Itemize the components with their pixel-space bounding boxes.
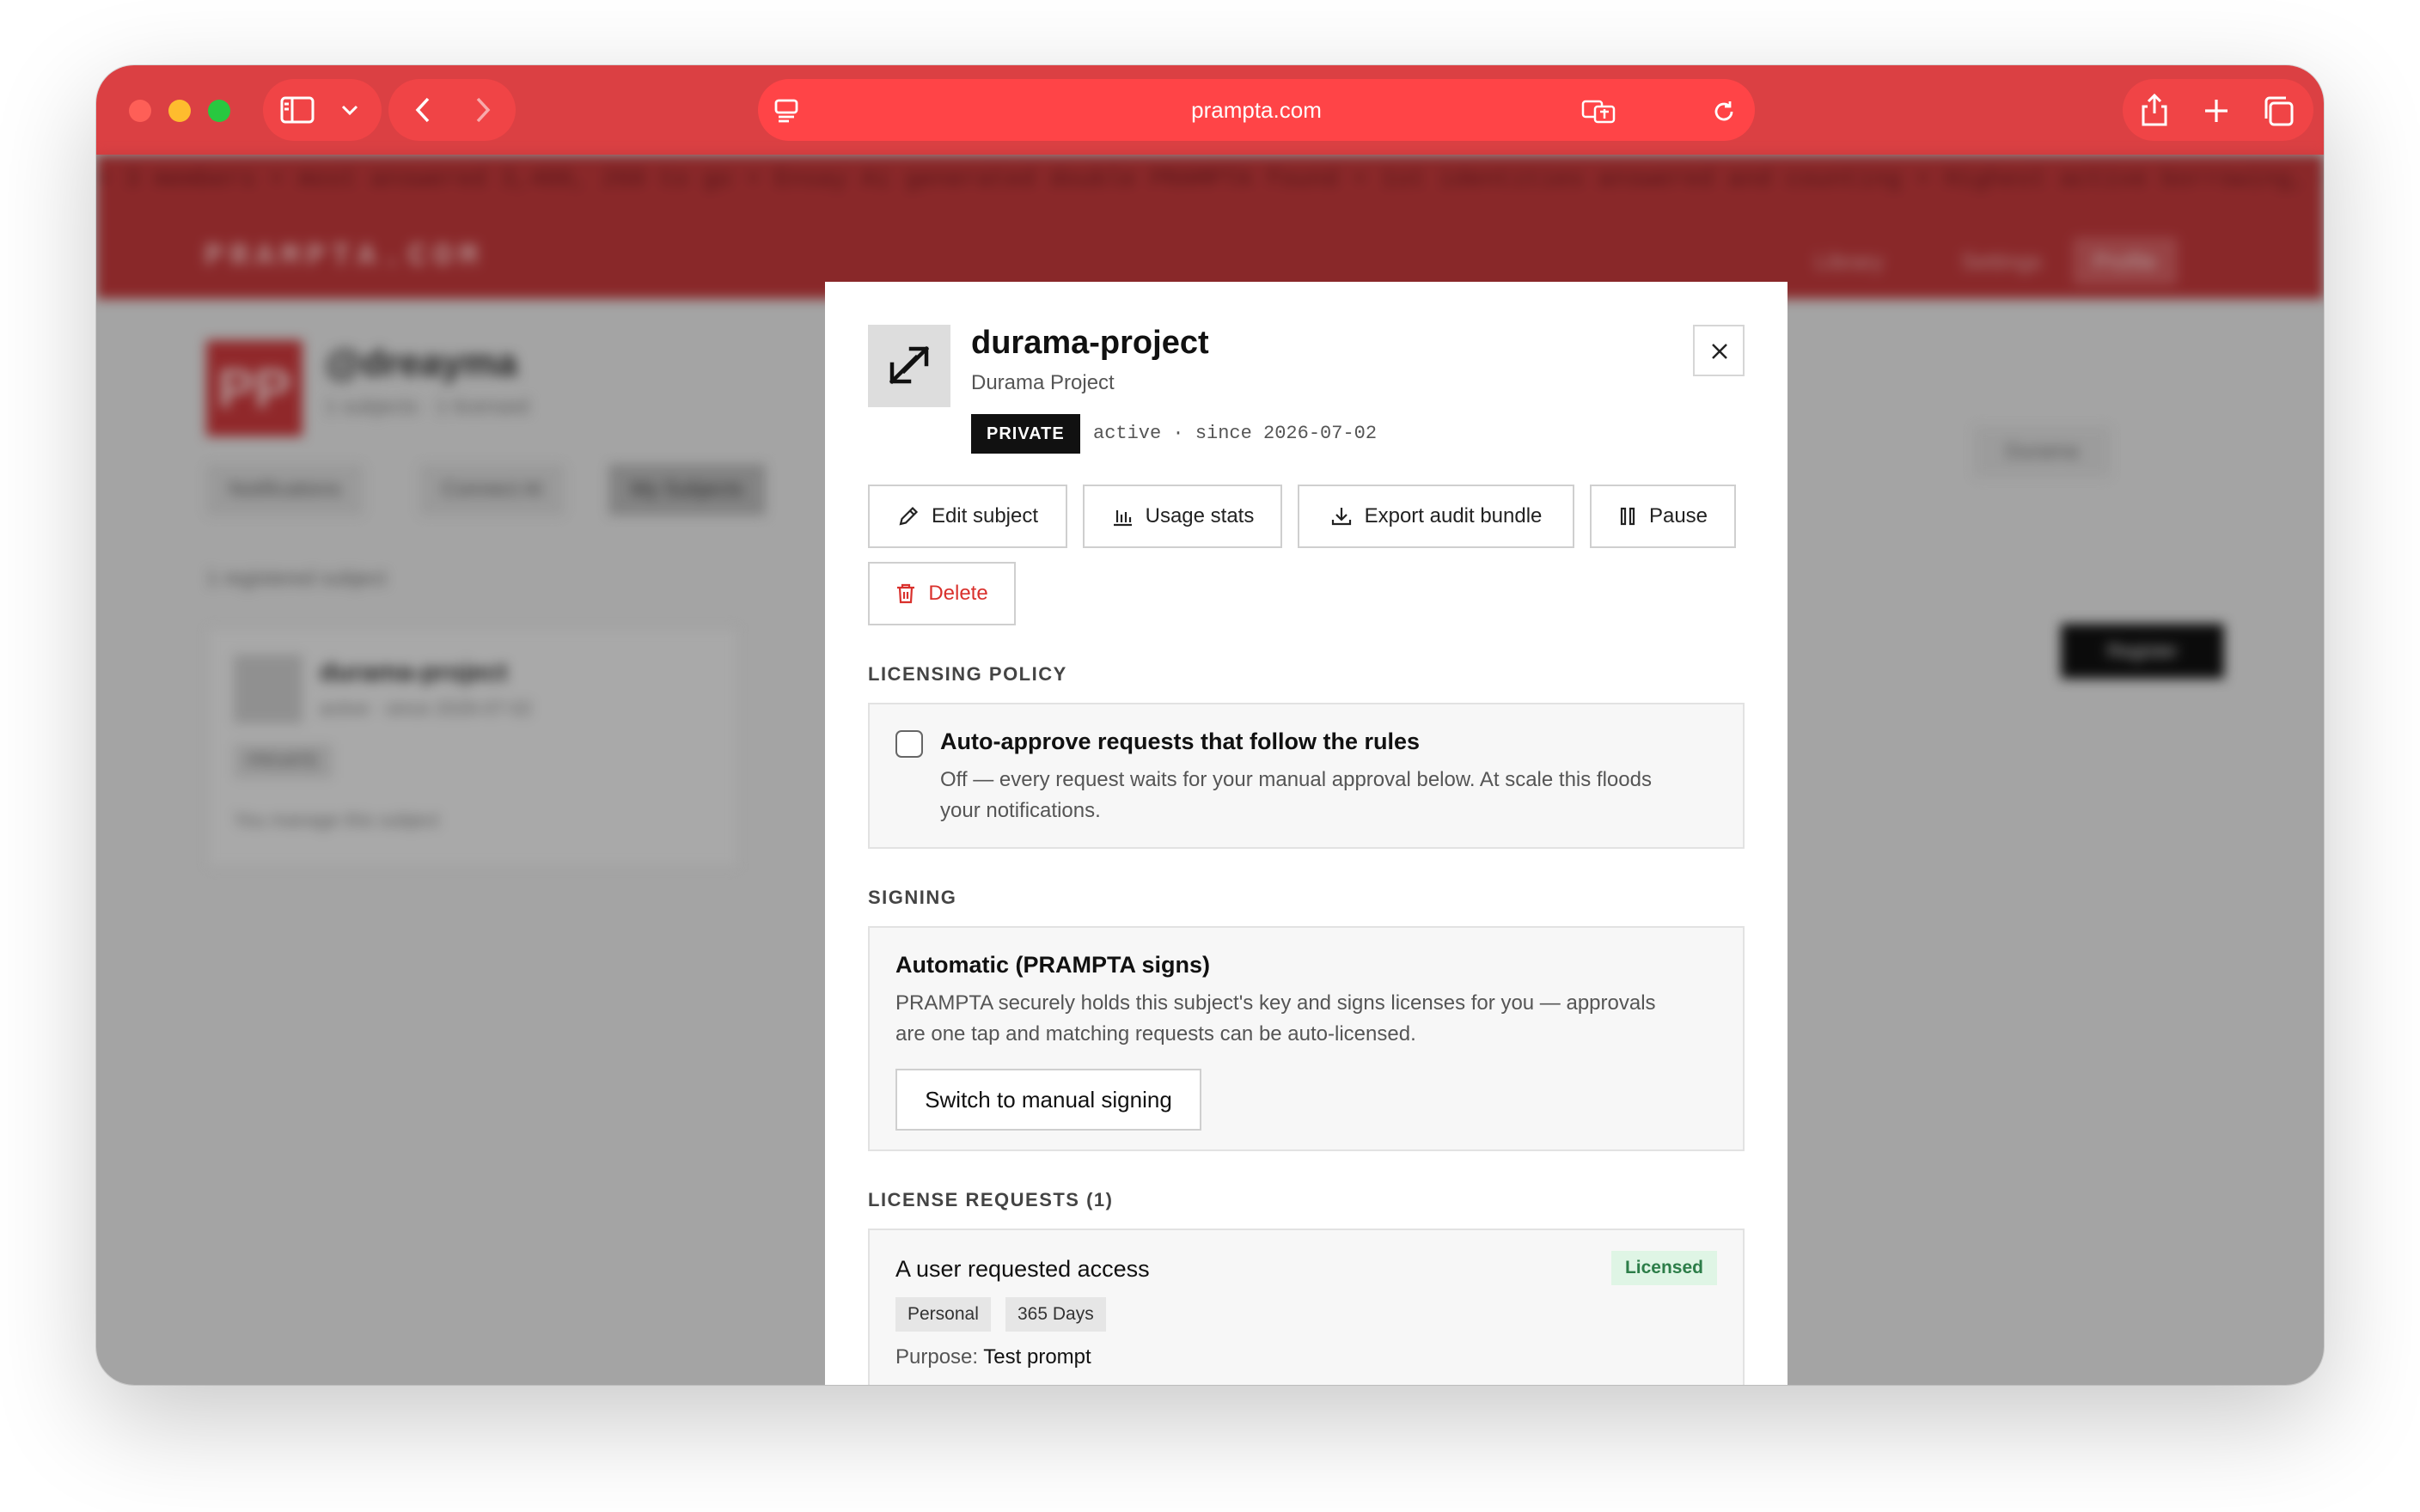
tab-overview-icon[interactable]	[2262, 94, 2295, 127]
signing-card: Automatic (PRAMPTA signs) PRAMPTA secure…	[868, 926, 1745, 1151]
signing-mode: Automatic (PRAMPTA signs)	[895, 952, 1211, 978]
export-audit-button[interactable]: Export audit bundle	[1298, 485, 1574, 548]
auto-approve-label[interactable]: Auto-approve requests that follow the ru…	[940, 729, 1420, 755]
subject-modal: durama-project Durama Project PRIVATE ac…	[825, 282, 1788, 1385]
request-tag-scope: Personal	[895, 1297, 991, 1332]
pause-icon	[1620, 507, 1635, 526]
maximize-window-button[interactable]	[208, 100, 230, 122]
download-icon	[1331, 508, 1351, 526]
pause-label: Pause	[1648, 504, 1708, 527]
purpose-label: Purpose:	[895, 1345, 979, 1369]
auto-approve-description-line-2: your notifications.	[940, 799, 1101, 822]
auto-approve-checkbox[interactable]	[895, 730, 923, 758]
signing-heading: SIGNING	[868, 887, 957, 908]
delete-label: Delete	[928, 582, 988, 605]
sidebar-toggle-group	[263, 79, 382, 141]
delete-button[interactable]: Delete	[868, 562, 1016, 625]
sidebar-icon[interactable]	[280, 96, 315, 124]
request-purpose: Purpose: Test prompt	[895, 1342, 1091, 1373]
close-icon	[1712, 344, 1727, 359]
purpose-value: Test prompt	[983, 1345, 1091, 1369]
license-requests-heading: LICENSE REQUESTS (1)	[868, 1189, 1114, 1210]
history-nav-group	[388, 79, 516, 141]
request-tag-duration: 365 Days	[1005, 1297, 1106, 1332]
reload-icon[interactable]	[1712, 100, 1736, 124]
window-actions-group	[2123, 79, 2313, 141]
browser-window: prampta.com • 3 members • most answered …	[96, 65, 2324, 1385]
swap-arrows-icon	[889, 345, 930, 385]
status-line: active · since 2026-07-02	[1093, 423, 1378, 444]
translate-icon[interactable]	[1581, 100, 1616, 124]
modal-subtitle: Durama Project	[971, 371, 1115, 394]
minimize-window-button[interactable]	[168, 100, 191, 122]
project-icon	[868, 325, 950, 407]
switch-manual-signing-button[interactable]: Switch to manual signing	[895, 1069, 1201, 1131]
visibility-badge: PRIVATE	[971, 414, 1080, 454]
modal-title: durama-project	[971, 325, 1209, 361]
pencil-icon	[899, 506, 919, 526]
back-icon[interactable]	[414, 96, 431, 124]
close-window-button[interactable]	[129, 100, 151, 122]
usage-stats-button[interactable]: Usage stats	[1083, 485, 1282, 548]
status-badge: Licensed	[1610, 1251, 1717, 1285]
close-modal-button[interactable]	[1693, 325, 1745, 376]
licensing-policy-card: Auto-approve requests that follow the ru…	[868, 703, 1745, 849]
edit-subject-label: Edit subject	[931, 504, 1039, 527]
request-title: A user requested access	[895, 1256, 1150, 1282]
bar-chart-icon	[1113, 510, 1132, 527]
address-bar[interactable]: prampta.com	[758, 79, 1755, 141]
trash-icon	[897, 583, 915, 604]
license-request-card[interactable]: A user requested access Licensed Persona…	[868, 1228, 1745, 1385]
chevron-down-icon[interactable]	[340, 103, 359, 117]
share-icon[interactable]	[2140, 93, 2169, 127]
signing-description-line-1: PRAMPTA securely holds this subject's ke…	[895, 991, 1656, 1015]
licensing-policy-heading: LICENSING POLICY	[868, 663, 1067, 685]
export-audit-label: Export audit bundle	[1364, 504, 1543, 527]
auto-approve-description-line-1: Off — every request waits for your manua…	[940, 768, 1652, 791]
forward-icon[interactable]	[474, 96, 492, 124]
pause-button[interactable]: Pause	[1590, 485, 1736, 548]
browser-toolbar: prampta.com	[96, 65, 2324, 155]
signing-description-line-2: are one tap and matching requests can be…	[895, 1022, 1416, 1046]
new-tab-icon[interactable]	[2203, 98, 2229, 124]
usage-stats-label: Usage stats	[1145, 504, 1255, 527]
edit-subject-button[interactable]: Edit subject	[868, 485, 1067, 548]
